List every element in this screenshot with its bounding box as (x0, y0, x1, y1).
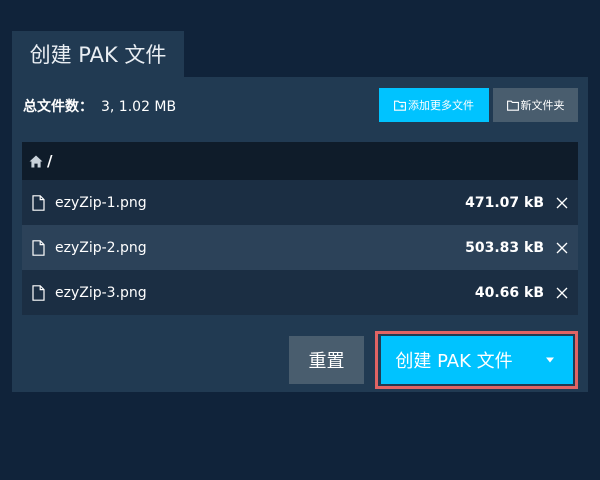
file-icon (32, 284, 45, 301)
summary-value: 3, 1.02 MB (101, 99, 177, 115)
file-size: 471.07 kB (465, 194, 544, 211)
close-icon[interactable] (550, 236, 574, 260)
new-folder-label: 新文件夹 (520, 99, 565, 112)
folder-plus-icon (394, 100, 406, 111)
home-icon[interactable] (29, 155, 43, 168)
create-options-dropdown[interactable] (527, 336, 573, 384)
chevron-down-icon (546, 357, 554, 363)
file-icon (32, 239, 45, 256)
close-icon[interactable] (550, 281, 574, 305)
add-more-files-button[interactable]: 添加更多文件 (379, 88, 489, 122)
file-panel: 总文件数： 3, 1.02 MB 添加更多文件 新文件夹 / ezyZip-1.p (12, 77, 588, 392)
current-path: / (47, 152, 53, 170)
close-icon[interactable] (550, 191, 574, 215)
new-folder-button[interactable]: 新文件夹 (493, 88, 578, 122)
file-row[interactable]: ezyZip-2.png 503.83 kB (22, 225, 578, 270)
reset-button[interactable]: 重置 (289, 336, 364, 384)
tab-title: 创建 PAK 文件 (29, 43, 167, 67)
file-name: ezyZip-3.png (55, 284, 147, 301)
add-more-files-label: 添加更多文件 (408, 99, 474, 112)
reset-label: 重置 (308, 351, 345, 372)
folder-icon (506, 100, 519, 111)
create-pak-button[interactable]: 创建 PAK 文件 (381, 336, 527, 384)
file-summary: 总文件数： 3, 1.02 MB (23, 97, 176, 117)
file-name: ezyZip-2.png (55, 239, 147, 256)
file-size: 40.66 kB (474, 284, 544, 301)
file-icon (32, 194, 45, 211)
summary-label: 总文件数： (23, 99, 93, 115)
create-pak-label: 创建 PAK 文件 (395, 351, 513, 372)
file-name: ezyZip-1.png (55, 194, 147, 211)
breadcrumb[interactable]: / (22, 142, 578, 180)
file-row[interactable]: ezyZip-1.png 471.07 kB (22, 180, 578, 225)
file-row[interactable]: ezyZip-3.png 40.66 kB (22, 270, 578, 315)
file-size: 503.83 kB (465, 239, 544, 256)
tab-create-pak[interactable]: 创建 PAK 文件 (12, 31, 184, 77)
